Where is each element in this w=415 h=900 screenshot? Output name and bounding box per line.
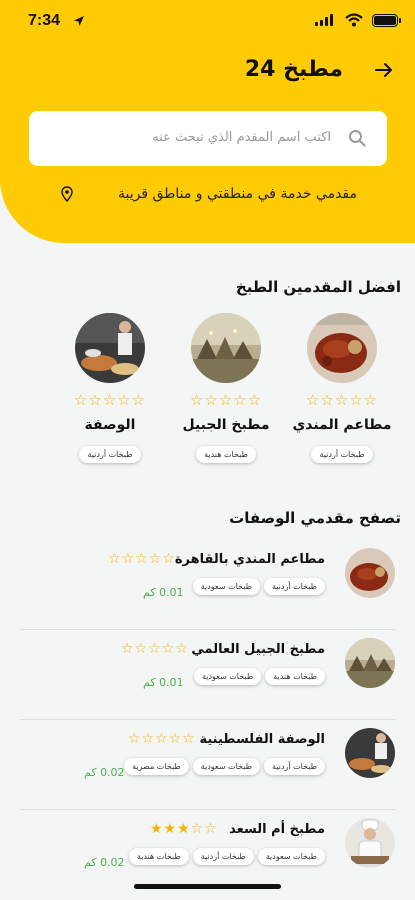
- distance-label: 0.02 كم: [84, 766, 125, 779]
- top-providers-title: افضل المقدمين الطبخ: [235, 278, 401, 296]
- search-input[interactable]: اكتب اسم المقدم الذي تبحث عنه: [152, 130, 331, 145]
- battery-icon: [372, 14, 401, 27]
- signal-icon: [315, 14, 333, 26]
- provider-list-item[interactable]: الوصفة الفلسطينية ☆☆☆☆☆ طبخات أردنية طبخ…: [0, 720, 415, 810]
- browse-providers-title: تصفح مقدمي الوصفات: [229, 509, 401, 527]
- cuisine-tags: طبخات أردنية طبخات سعودية طبخات مصرية: [124, 758, 325, 775]
- top-provider-card[interactable]: ☆☆☆☆☆ مطبخ الجبيل طبخات هندية: [176, 313, 276, 463]
- provider-name: مطبخ أم السعد: [229, 822, 325, 837]
- distance-label: 0.01 كم: [143, 676, 184, 689]
- cuisine-tag: طبخات أردنية: [263, 758, 325, 775]
- provider-avatar: [345, 728, 395, 778]
- provider-name: الوصفة: [84, 417, 136, 433]
- rating-stars: ☆☆☆☆☆: [189, 391, 263, 409]
- provider-avatar: [75, 313, 145, 383]
- cuisine-tag: طبخات مصرية: [124, 758, 189, 775]
- provider-avatar: [307, 313, 377, 383]
- cuisine-tag: طبخات هندية: [265, 668, 325, 685]
- cuisine-tag: طبخات سعودية: [192, 578, 260, 595]
- header: 7:34 مطبخ 24 اكتب اسم المقدم الذي تبحث ع…: [0, 0, 415, 243]
- page-title: مطبخ 24: [244, 57, 343, 82]
- provider-avatar: [345, 548, 395, 598]
- cuisine-tags: طبخات هندية طبخات سعودية: [193, 668, 325, 685]
- cuisine-tag: طبخات أردنية: [311, 446, 373, 463]
- distance-label: 0.02 كم: [84, 856, 125, 869]
- cuisine-tags: طبخات أردنية طبخات سعودية: [192, 578, 325, 595]
- cuisine-tag: طبخات هندية: [196, 446, 256, 463]
- rating-stars: ☆☆☆☆☆: [121, 641, 189, 657]
- top-provider-card[interactable]: ☆☆☆☆☆ الوصفة طبخات أردنية: [60, 313, 160, 463]
- cuisine-tag: طبخات سعودية: [193, 668, 262, 685]
- provider-avatar: [191, 313, 261, 383]
- cuisine-tag: طبخات أردنية: [192, 848, 254, 865]
- cuisine-tag: طبخات سعودية: [257, 848, 325, 865]
- search-icon: [349, 130, 366, 147]
- home-indicator[interactable]: [134, 884, 281, 889]
- rating-stars: ☆☆☆☆☆: [73, 391, 147, 409]
- cuisine-tag: طبخات أردنية: [263, 578, 325, 595]
- map-pin-icon: [61, 186, 73, 202]
- rating-stars: ★★★☆☆: [150, 821, 218, 837]
- nearby-location-text[interactable]: مقدمي خدمة في منطقتي و مناطق قريبة: [118, 186, 357, 202]
- provider-name: الوصفة الفلسطينية: [199, 732, 325, 747]
- provider-name: مطاعم المندي: [292, 417, 392, 433]
- provider-name: مطاعم المندي بالقاهرة: [174, 552, 325, 567]
- status-time: 7:34: [28, 12, 61, 29]
- cuisine-tags: طبخات سعودية طبخات أردنية طبخات هندية: [128, 848, 325, 865]
- distance-label: 0.01 كم: [143, 586, 184, 599]
- search-box[interactable]: اكتب اسم المقدم الذي تبحث عنه: [29, 111, 387, 166]
- location-arrow-icon: [74, 16, 84, 26]
- cuisine-tag: طبخات سعودية: [192, 758, 260, 775]
- provider-name: مطبخ الجبيل: [182, 417, 270, 433]
- rating-stars: ☆☆☆☆☆: [128, 731, 196, 747]
- provider-list-item[interactable]: مطاعم المندي بالقاهرة ☆☆☆☆☆ طبخات أردنية…: [0, 540, 415, 630]
- provider-avatar: [345, 638, 395, 688]
- cuisine-tag: طبخات هندية: [128, 848, 189, 865]
- back-arrow-icon[interactable]: [375, 62, 393, 78]
- provider-name: مطبخ الجبيل العالمي: [191, 642, 325, 657]
- provider-avatar: [345, 818, 395, 868]
- status-bar: 7:34: [0, 10, 415, 34]
- top-provider-card[interactable]: ☆☆☆☆☆ مطاعم المندي طبخات أردنية: [292, 313, 392, 463]
- cuisine-tag: طبخات أردنية: [79, 446, 141, 463]
- wifi-icon: [345, 13, 363, 27]
- rating-stars: ☆☆☆☆☆: [108, 551, 176, 567]
- provider-list-item[interactable]: مطبخ الجبيل العالمي ☆☆☆☆☆ طبخات هندية طب…: [0, 630, 415, 720]
- rating-stars: ☆☆☆☆☆: [305, 391, 379, 409]
